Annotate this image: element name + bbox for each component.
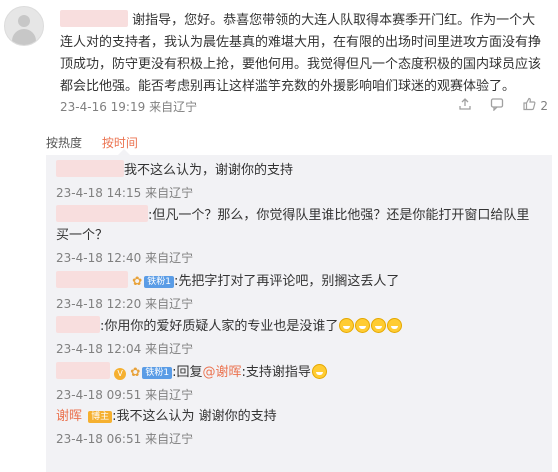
tab-sort-by-hot[interactable]: 按热度 [46,136,82,150]
fan-level-badge[interactable]: 铁粉1 [142,367,173,379]
reply-source: 来自辽宁 [145,388,194,402]
reply-timestamp: 23-4-18 12:04 [56,342,142,356]
reply-source: 来自辽宁 [145,432,194,446]
laughing-emoji-icon [355,318,371,333]
avatar-head-shape [18,15,30,27]
redacted-username[interactable] [56,362,110,379]
redacted-username[interactable] [56,205,148,222]
list-item: 我不这么认为，谢谢你的支持 23-4-18 14:15 来自辽宁 [56,160,536,203]
avatar-body-shape [12,29,36,45]
thumbs-up-icon[interactable] [522,97,536,114]
blogger-badge: 博主 [88,411,113,423]
main-comment-actions: 2 [458,97,548,114]
reply-author-name[interactable]: 谢晖 [56,409,82,424]
fan-badge-icon: ✿ [132,274,143,288]
reply-timestamp: 23-4-18 12:40 [56,251,142,265]
laughing-emoji-icon [387,318,403,333]
redacted-username[interactable] [56,271,128,288]
reply-source: 来自辽宁 [145,297,194,311]
redacted-username[interactable] [56,160,124,177]
list-item: 谢晖 博主:我不这么认为 谢谢你的支持 23-4-18 06:51 来自辽宁 [56,407,536,449]
main-comment-timestamp: 23-4-16 19:19 [60,100,146,114]
tab-sort-by-time[interactable]: 按时间 [102,136,138,150]
reply-text: :先把字打对了再评论吧，别搁这丢人了 [173,274,400,289]
list-item: ✿ 铁粉1:先把字打对了再评论吧，别搁这丢人了 23-4-18 12:20 来自辽… [56,271,536,314]
list-item: V ✿ 铁粉1:回复@谢晖:支持谢指导 23-4-18 09:51 来自辽宁 [56,362,536,405]
redacted-username [60,10,128,27]
reply-source: 来自辽宁 [145,251,194,265]
reply-source: 来自辽宁 [145,342,194,356]
reply-text: :支持谢指导 [241,365,311,380]
main-comment-source: 来自辽宁 [149,100,198,114]
avatar[interactable] [4,6,44,46]
sort-tabs: 按热度 按时间 [46,134,154,151]
main-comment: 谢指导，您好。恭喜您带领的大连人队取得本赛季开门红。作为一个大连人对的支持者，我… [60,10,548,98]
reply-timestamp: 23-4-18 06:51 [56,432,142,446]
reply-prefix: :回复 [172,365,203,380]
comment-icon[interactable] [490,97,504,114]
reply-text: :我不这么认为 谢谢你的支持 [112,409,277,424]
fan-badge-icon: ✿ [130,365,141,379]
list-item: :但凡一个？那么，你觉得队里谁比他强？还是你能打开窗口给队里买一个？ 23-4-… [56,205,536,268]
mention-link[interactable]: @谢晖 [202,365,241,380]
like-count: 2 [540,98,548,113]
reply-timestamp: 23-4-18 12:20 [56,297,142,311]
reply-list: 我不这么认为，谢谢你的支持 23-4-18 14:15 来自辽宁 :但凡一个？那… [46,149,552,472]
reply-timestamp: 23-4-18 14:15 [56,186,142,200]
list-item: :你用你的爱好质疑人家的专业也是没谁了 23-4-18 12:04 来自辽宁 [56,316,536,359]
reply-timestamp: 23-4-18 09:51 [56,388,142,402]
reply-text: 我不这么认为，谢谢你的支持 [124,163,294,178]
main-comment-meta: 23-4-16 19:19 来自辽宁 [60,98,197,115]
main-comment-text: 谢指导，您好。恭喜您带领的大连人队取得本赛季开门红。作为一个大连人对的支持者，我… [60,13,542,94]
reply-box-pointer [118,149,130,155]
redacted-username[interactable] [56,316,100,333]
verified-icon: V [114,368,127,380]
laughing-emoji-icon [339,318,355,333]
laughing-emoji-icon [371,318,387,333]
share-icon[interactable] [458,97,472,114]
laughing-emoji-icon [311,364,327,379]
reply-source: 来自辽宁 [145,186,194,200]
reply-text: :你用你的爱好质疑人家的专业也是没谁了 [100,319,339,334]
fan-level-badge[interactable]: 铁粉1 [144,276,174,288]
